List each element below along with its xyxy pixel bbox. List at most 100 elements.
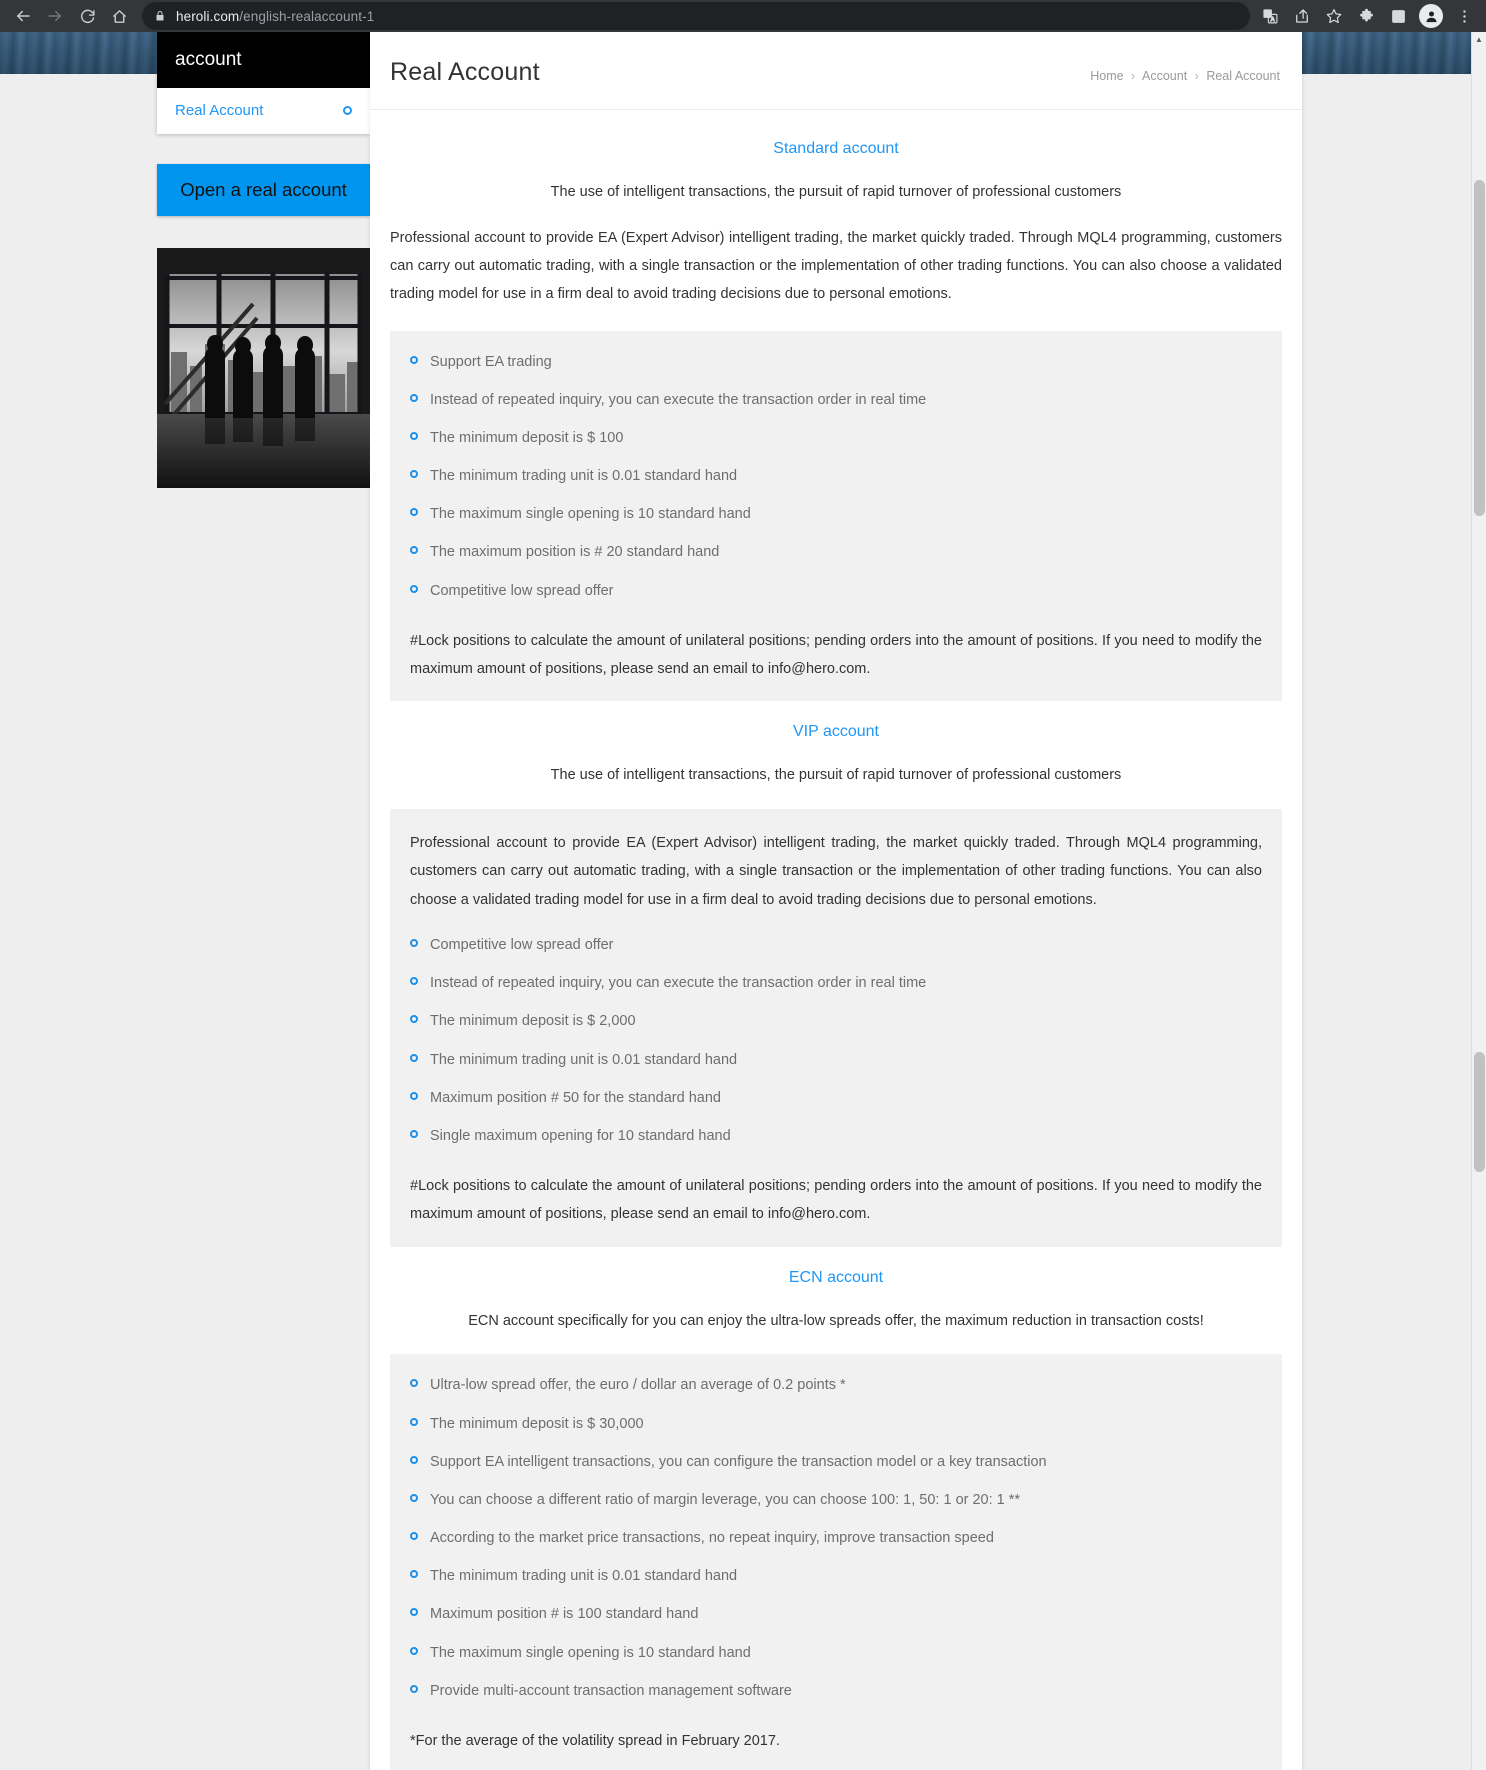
more-menu-icon[interactable]: [1450, 2, 1478, 30]
list-item: The minimum trading unit is 0.01 standar…: [400, 1049, 1272, 1072]
list-item-text: The minimum trading unit is 0.01 standar…: [430, 468, 738, 485]
bullet-circle-icon: [410, 1532, 418, 1541]
list-item-text: The minimum trading unit is 0.01 standar…: [430, 1051, 738, 1068]
navigation-buttons: [8, 1, 134, 31]
svg-text:A: A: [1270, 17, 1274, 23]
bullet-circle-icon: [410, 1608, 418, 1617]
bullet-circle-icon: [410, 1417, 418, 1426]
content-body: Standard account The use of intelligent …: [370, 110, 1302, 1770]
bookmark-star-icon[interactable]: [1320, 2, 1348, 30]
list-item-text: The minimum deposit is $ 2,000: [430, 1013, 636, 1030]
list-item: Competitive low spread offer: [400, 580, 1272, 603]
browser-toolbar: heroli.com/english-realaccount-1 文A: [0, 0, 1486, 32]
breadcrumb-item-home[interactable]: Home: [1090, 69, 1123, 83]
bullet-circle-icon: [410, 470, 418, 479]
list-item-text: The maximum position is # 20 standard ha…: [430, 544, 720, 561]
bullet-circle-icon: [410, 1129, 418, 1138]
section-note-vip: #Lock positions to calculate the amount …: [410, 1178, 1262, 1223]
main-content: Real Account Home › Account › Real Accou…: [370, 32, 1302, 1770]
list-item: Instead of repeated inquiry, you can exe…: [400, 972, 1272, 995]
list-item-text: Single maximum opening for 10 standard h…: [430, 1127, 731, 1144]
list-item: The minimum trading unit is 0.01 standar…: [400, 465, 1272, 488]
list-item-text: Competitive low spread offer: [430, 582, 614, 599]
bullet-circle-icon: [410, 1053, 418, 1062]
url-domain: heroli.com: [176, 8, 240, 24]
breadcrumb-item-current: Real Account: [1206, 69, 1280, 83]
breadcrumb-item-account[interactable]: Account: [1142, 69, 1187, 83]
bullet-circle-icon: [410, 1684, 418, 1693]
office-window-city-view-photo: [157, 247, 370, 488]
bullet-circle-icon: [410, 584, 418, 593]
back-arrow-icon[interactable]: [8, 1, 38, 31]
bullet-circle-icon: [410, 1646, 418, 1655]
page-scrollbar[interactable]: ▲: [1471, 32, 1486, 1770]
list-item: Provide multi-account transaction manage…: [400, 1680, 1272, 1703]
section-title-vip: VIP account: [793, 723, 879, 741]
list-item-text: Competitive low spread offer: [430, 936, 614, 953]
list-item: Support EA trading: [400, 351, 1272, 374]
list-item-text: The minimum trading unit is 0.01 standar…: [430, 1568, 738, 1585]
feature-list-ecn: Ultra-low spread offer, the euro / dolla…: [400, 1374, 1272, 1703]
list-item-text: Support EA trading: [430, 353, 552, 370]
list-item: Support EA intelligent transactions, you…: [400, 1451, 1272, 1474]
feature-list-standard: Support EA trading Instead of repeated i…: [400, 351, 1272, 603]
list-item-text: Instead of repeated inquiry, you can exe…: [430, 975, 927, 992]
scrollbar-thumb-secondary[interactable]: [1474, 1052, 1485, 1172]
translate-icon[interactable]: 文A: [1256, 2, 1284, 30]
list-item: You can choose a different ratio of marg…: [400, 1489, 1272, 1512]
section-lead-vip: The use of intelligent transactions, the…: [550, 767, 1122, 784]
list-item-text: Provide multi-account transaction manage…: [430, 1682, 792, 1699]
list-item: The minimum deposit is $ 100: [400, 427, 1272, 450]
sidebar-nav-card: account Real Account: [157, 32, 370, 134]
share-icon[interactable]: [1288, 2, 1316, 30]
address-bar[interactable]: heroli.com/english-realaccount-1: [142, 2, 1250, 30]
bullet-circle-icon: [410, 431, 418, 440]
content-header: Real Account Home › Account › Real Accou…: [370, 32, 1302, 110]
breadcrumb-separator-icon: ›: [1131, 69, 1136, 83]
section-note-ecn-1: *For the average of the volatility sprea…: [410, 1733, 780, 1750]
url-text: heroli.com/english-realaccount-1: [176, 9, 374, 24]
bullet-circle-icon: [410, 1570, 418, 1579]
sidebar-item-label: Real Account: [175, 101, 264, 119]
list-item-text: You can choose a different ratio of marg…: [430, 1491, 1021, 1508]
bullet-circle-icon: [410, 355, 418, 364]
section-paragraph-vip: Professional account to provide EA (Expe…: [410, 835, 1262, 908]
page-title: Real Account: [390, 58, 540, 86]
bullet-circle-icon: [410, 1493, 418, 1502]
scrollbar-thumb[interactable]: [1474, 180, 1485, 516]
circle-marker-icon: [343, 105, 352, 115]
open-real-account-button[interactable]: Open a real account: [157, 163, 370, 216]
bullet-circle-icon: [410, 938, 418, 947]
sidebar-item-real-account[interactable]: Real Account: [157, 87, 370, 134]
section-note-standard: #Lock positions to calculate the amount …: [410, 632, 1262, 678]
section-panel-vip: Professional account to provide EA (Expe…: [390, 809, 1282, 1247]
breadcrumb: Home › Account › Real Account: [1090, 69, 1280, 83]
bullet-circle-icon: [410, 508, 418, 517]
section-panel-standard: Support EA trading Instead of repeated i…: [390, 330, 1282, 702]
extensions-puzzle-icon[interactable]: [1352, 2, 1380, 30]
list-item: Single maximum opening for 10 standard h…: [400, 1125, 1272, 1148]
sidebar: account Real Account Open a real account: [157, 32, 370, 488]
section-lead-standard: The use of intelligent transactions, the…: [550, 184, 1122, 200]
bullet-circle-icon: [410, 977, 418, 986]
list-item: The minimum deposit is $ 30,000: [400, 1413, 1272, 1436]
list-item-text: Ultra-low spread offer, the euro / dolla…: [430, 1377, 846, 1394]
list-item-text: According to the market price transactio…: [430, 1530, 994, 1547]
scroll-up-arrow-icon[interactable]: ▲: [1472, 32, 1486, 47]
list-item: Competitive low spread offer: [400, 934, 1272, 957]
reload-icon[interactable]: [72, 1, 102, 31]
home-icon[interactable]: [104, 1, 134, 31]
profile-avatar-icon[interactable]: [1419, 4, 1443, 28]
section-panel-ecn: Ultra-low spread offer, the euro / dolla…: [390, 1354, 1282, 1770]
section-title-ecn: ECN account: [788, 1268, 884, 1286]
list-item: The maximum position is # 20 standard ha…: [400, 541, 1272, 564]
forward-arrow-icon[interactable]: [40, 1, 70, 31]
sidebar-panel-icon[interactable]: [1384, 2, 1412, 30]
list-item: The maximum single opening is 10 standar…: [400, 503, 1272, 526]
list-item: Ultra-low spread offer, the euro / dolla…: [400, 1374, 1272, 1397]
bullet-circle-icon: [410, 1015, 418, 1024]
list-item-text: Instead of repeated inquiry, you can exe…: [430, 391, 927, 408]
list-item: Instead of repeated inquiry, you can exe…: [400, 389, 1272, 412]
section-paragraph-standard: Professional account to provide EA (Expe…: [390, 229, 1282, 303]
list-item: The minimum deposit is $ 2,000: [400, 1010, 1272, 1033]
